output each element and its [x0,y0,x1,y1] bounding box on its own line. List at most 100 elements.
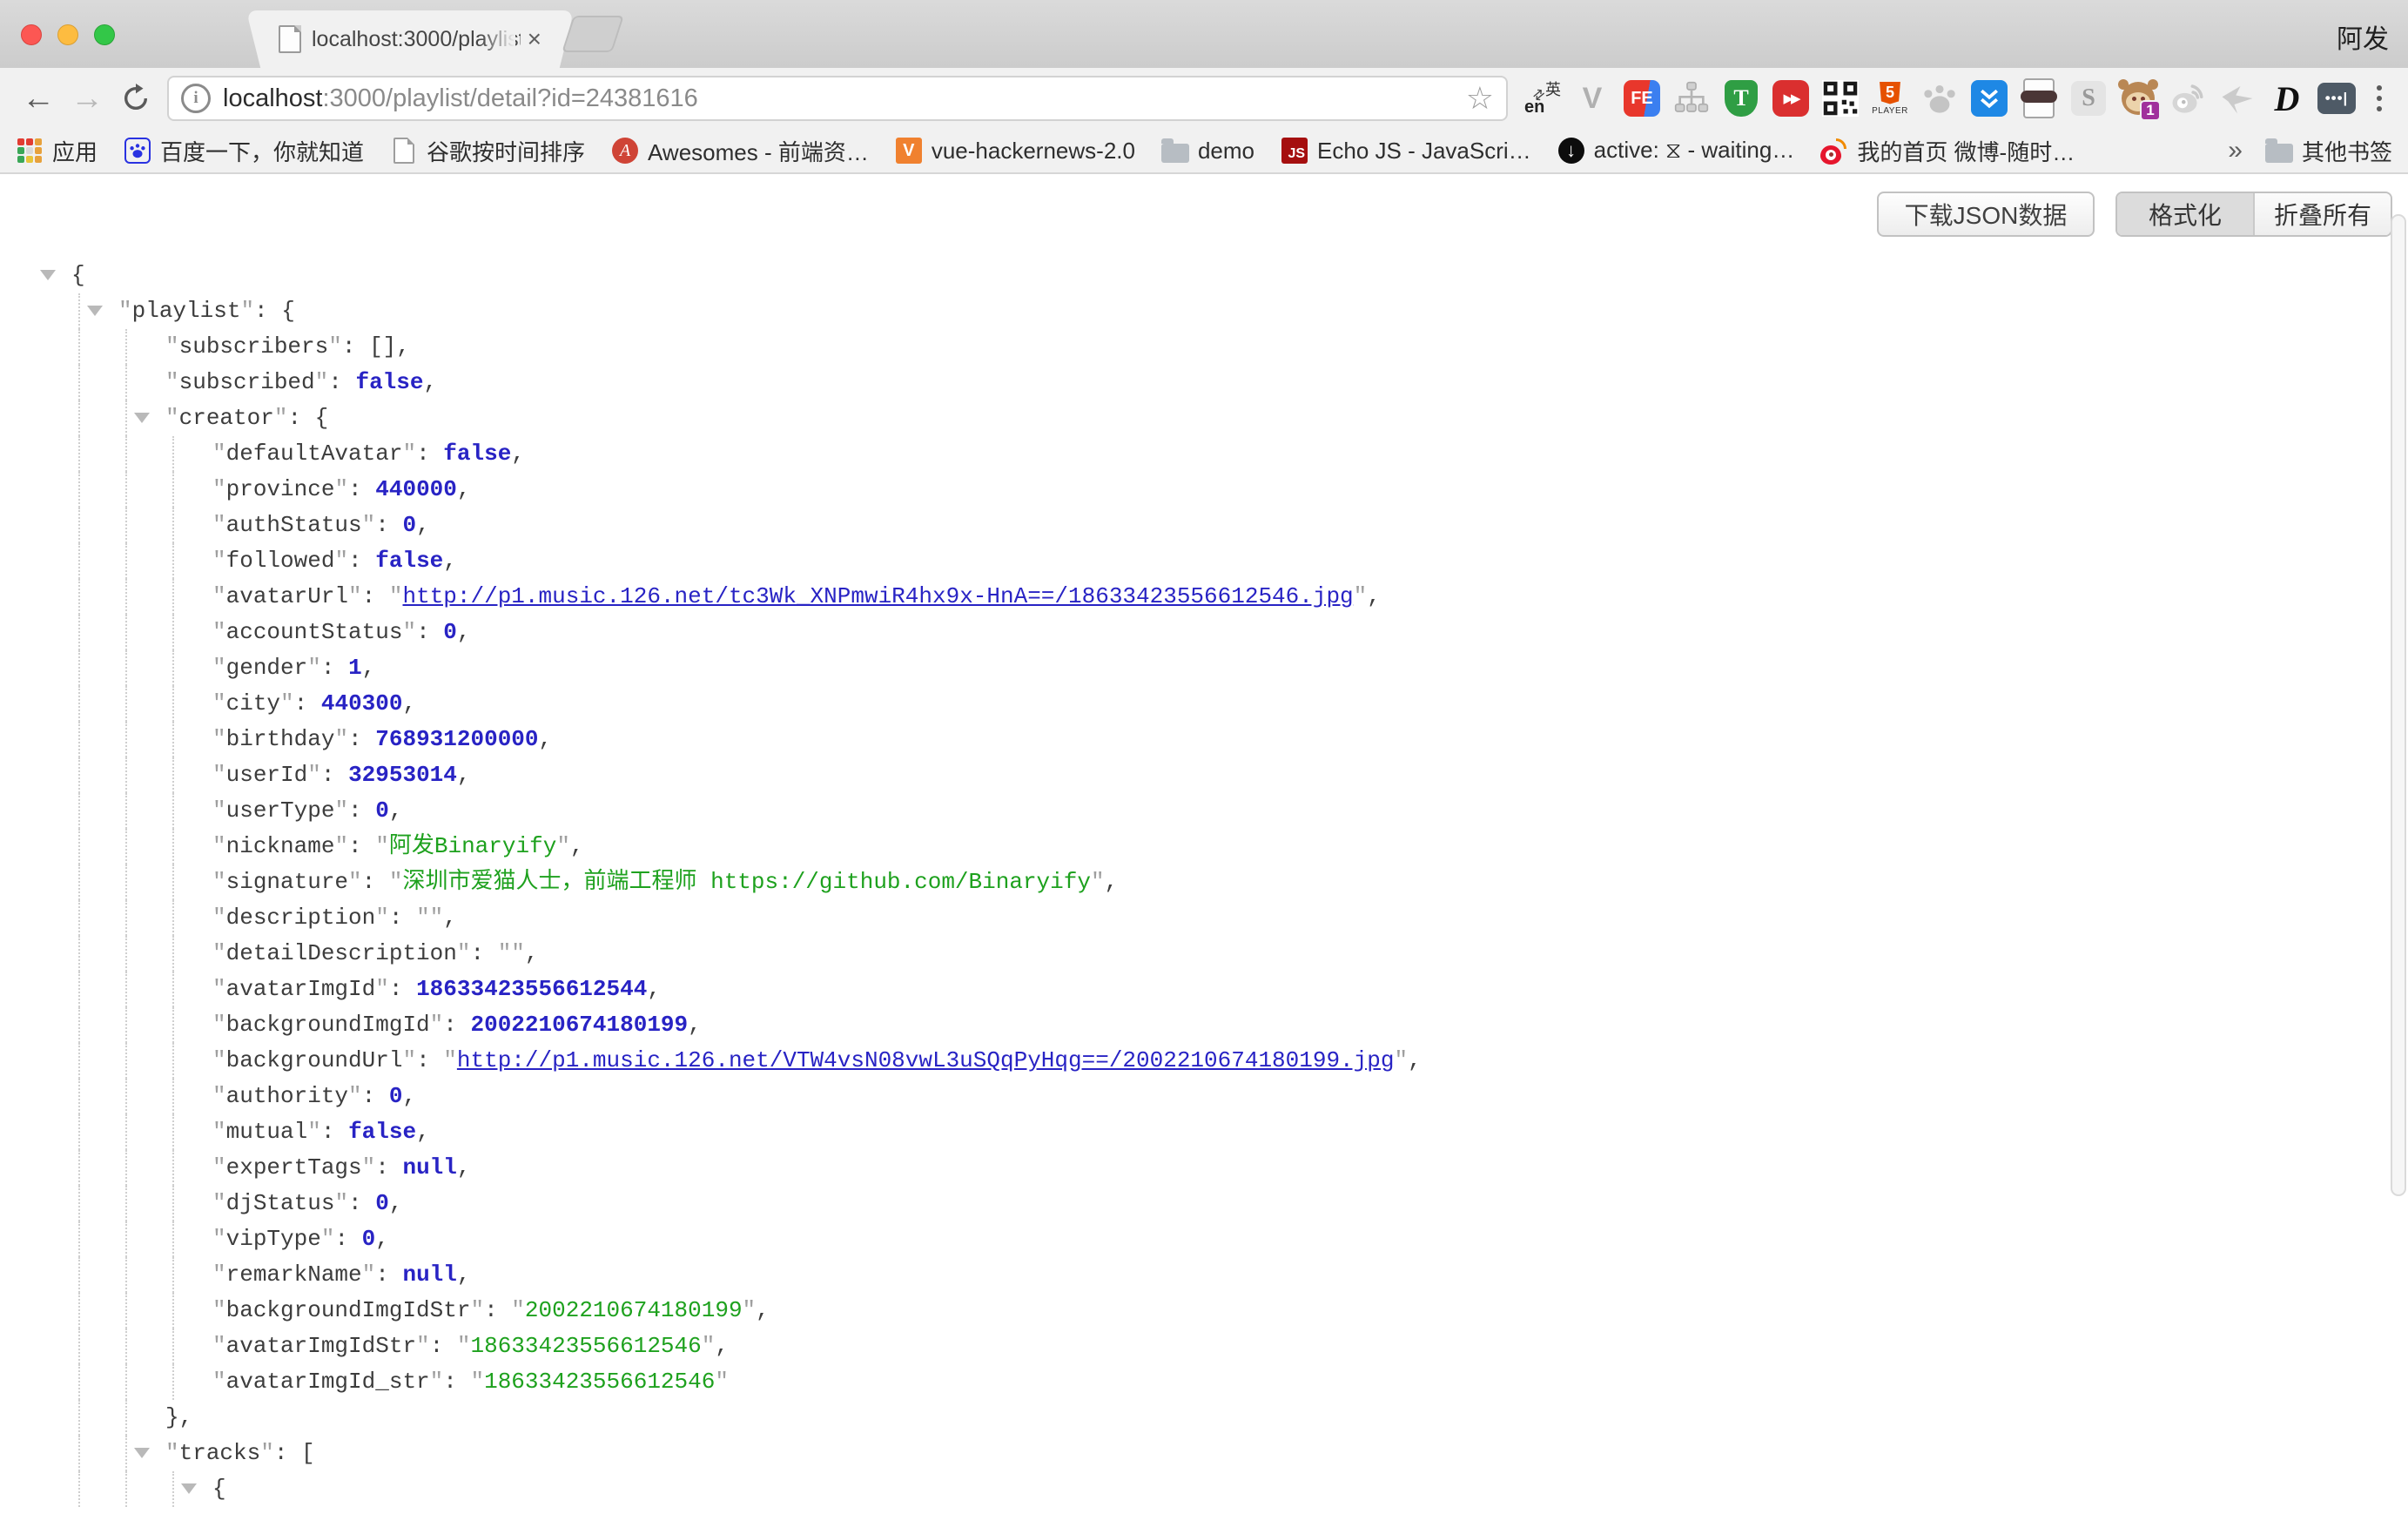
letter-s-icon[interactable]: S [2069,77,2108,119]
window-close-button[interactable] [21,24,42,45]
json-token: 2002210674180199 [525,1297,743,1323]
bookmark-item[interactable]: demo [1161,137,1254,165]
json-viewer: {"playlist": {"subscribers": [],"subscri… [0,258,2351,1507]
browser-tab[interactable]: localhost:3000/playlist/detail?i × [266,10,554,68]
window-minimize-button[interactable] [57,24,78,45]
json-link[interactable]: http://p1.music.126.net/tc3Wk_XNPmwiR4hx… [402,583,1353,609]
translate-icon[interactable]: 英en⇄ [1523,77,1562,119]
json-token: " [430,1369,444,1395]
html5-player-icon[interactable]: 5PLAYER [1871,77,1909,119]
new-tab-button[interactable] [562,16,624,52]
browser-menu-button[interactable] [2364,77,2394,119]
bookmark-item[interactable]: Vvue-hackernews-2.0 [895,137,1135,165]
collapse-triangle-icon[interactable] [181,1483,197,1494]
json-token: , [570,833,584,859]
collapse-triangle-icon[interactable] [40,270,56,280]
bookmark-item[interactable]: ↓active: ⧖ - waiting… [1557,137,1795,165]
json-token: avatarImgId_str [226,1369,430,1395]
echojs-icon: JS [1281,137,1308,165]
json-line: { [0,1471,2351,1507]
collapse-all-button[interactable]: 折叠所有 [2253,193,2391,235]
page-info-icon[interactable]: i [181,84,211,113]
json-token: false [355,369,423,395]
collapse-triangle-icon[interactable] [87,306,103,316]
format-button[interactable]: 格式化 [2117,193,2253,235]
json-token: " [212,1083,226,1109]
collapse-triangle-icon[interactable] [134,413,150,423]
json-token: , [457,619,471,645]
indent-guide [78,329,80,365]
bookmark-item[interactable]: 我的首页 微博-随时… [1820,135,2075,167]
json-token: " [212,1297,226,1323]
window-zoom-button[interactable] [94,24,115,45]
json-line: "avatarImgIdStr": "18633423556612546", [0,1329,2351,1364]
bookmarks-overflow-chevron[interactable]: » [2228,136,2243,165]
browser-profile-name[interactable]: 阿发 [2337,17,2389,56]
json-token: , [1105,869,1119,895]
bookmark-item[interactable]: JSEcho JS - JavaScri… [1281,137,1531,165]
indent-guide [78,1114,80,1150]
reload-button[interactable] [111,74,160,123]
bookmark-item[interactable]: AAwesomes - 前端资… [611,135,869,167]
tab-close-icon[interactable]: × [528,27,541,51]
indent-guide [125,936,127,972]
weibo-gray-icon[interactable] [2169,77,2207,119]
vue-icon[interactable]: V [1573,77,1611,119]
qrcode-icon[interactable] [1821,77,1860,119]
bookmark-star-icon[interactable]: ☆ [1466,83,1494,114]
json-line: "avatarUrl": "http://p1.music.126.net/tc… [0,579,2351,615]
json-token: " [212,976,226,1002]
json-token: " [212,940,226,966]
json-token: birthday [226,726,335,752]
json-token: , [539,726,553,752]
json-token: 18633423556612546 [484,1369,715,1395]
json-token: , [389,797,403,824]
json-token: , [423,369,437,395]
bookmark-label: demo [1198,138,1254,165]
paw-icon[interactable] [1920,77,1959,119]
json-token: : [375,512,402,538]
json-line: "birthday": 768931200000, [0,722,2351,757]
green-shield-icon[interactable]: T [1722,77,1760,119]
indent-guide [78,829,80,864]
hummingbird-icon[interactable] [2218,77,2257,119]
onepassword-icon[interactable]: •••| [2317,77,2356,119]
json-token: : [321,762,348,788]
address-bar[interactable]: i localhost:3000/playlist/detail?id=2438… [167,76,1508,121]
json-token: , [416,1119,430,1145]
indent-guide [172,508,174,543]
json-line: "vipType": 0, [0,1221,2351,1257]
sitemap-icon[interactable] [1672,77,1711,119]
json-token: " [348,583,362,609]
other-bookmarks-folder[interactable]: 其他书签 [2265,135,2392,167]
extensions-row: 英en⇄ V FE T ▶▶ 5PLAYER S1 D •••| [1523,77,2356,119]
json-token: " [240,298,254,324]
monkey-icon[interactable]: 1 [2119,77,2157,119]
scrollbar-thumb[interactable] [2391,214,2406,1196]
bookmark-item[interactable]: 百度一下，你就知道 [124,135,364,167]
download-json-button[interactable]: 下载JSON数据 [1877,192,2095,237]
download-arrows-icon[interactable] [1970,77,2008,119]
masked-page-icon[interactable] [2020,77,2058,119]
json-line: "nickname": "阿发Binaryify", [0,829,2351,864]
json-token: " [334,726,348,752]
json-token: vipType [226,1226,321,1252]
bookmark-item[interactable]: 谷歌按时间排序 [390,135,585,167]
letter-d-icon[interactable]: D [2268,77,2306,119]
collapse-triangle-icon[interactable] [134,1448,150,1458]
json-line: "remarkName": null, [0,1257,2351,1293]
back-button[interactable]: ← [14,74,63,123]
json-line: "userId": 32953014, [0,757,2351,793]
json-token: { [71,262,85,288]
json-token: "" [498,940,525,966]
bookmark-item[interactable]: 应用 [16,135,98,167]
json-token: false [443,441,511,467]
indent-guide [125,1257,127,1293]
indent-guide [78,472,80,508]
json-token: 0 [375,1190,389,1216]
json-link[interactable]: http://p1.music.126.net/VTW4vsN08vwL3uSQ… [457,1047,1395,1073]
json-line: "city": 440300, [0,686,2351,722]
fehelper-icon[interactable]: FE [1623,77,1661,119]
video-speed-icon[interactable]: ▶▶ [1772,77,1810,119]
forward-button[interactable]: → [63,74,111,123]
